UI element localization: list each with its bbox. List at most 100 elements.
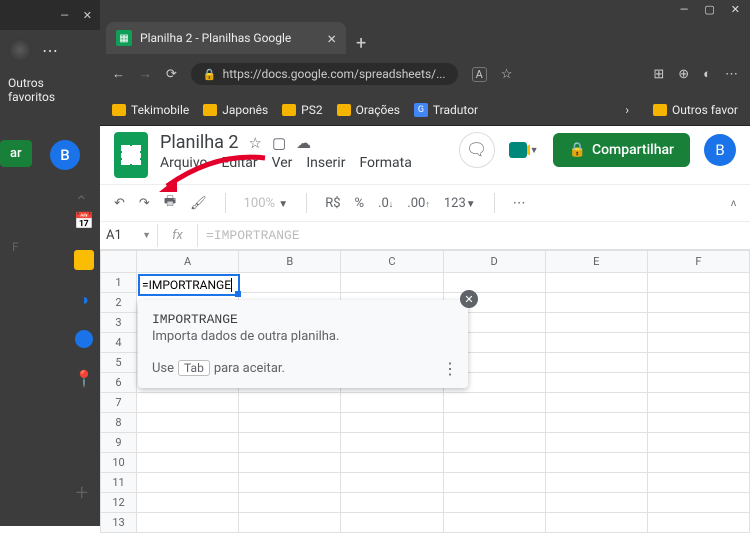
column-header[interactable]: C — [341, 251, 443, 273]
redo-icon[interactable]: ↷ — [139, 196, 150, 211]
url-text: https://docs.google.com/spreadsheets/... — [223, 67, 446, 81]
row-header[interactable]: 3 — [101, 313, 137, 333]
menu-file[interactable]: Arquivo — [160, 155, 208, 171]
address-bar: ← → ⟳ 🔒 https://docs.google.com/spreadsh… — [100, 54, 750, 94]
share-label: Compartilhar — [592, 142, 674, 158]
share-button[interactable]: 🔒 Compartilhar — [553, 133, 691, 167]
sheets-logo-icon[interactable] — [114, 132, 148, 178]
close-icon[interactable]: ✕ — [731, 3, 740, 16]
collections-icon[interactable]: ⊕ — [678, 67, 689, 82]
row-header[interactable]: 5 — [101, 353, 137, 373]
menu-bar: Arquivo Editar Ver Inserir Formata — [160, 155, 412, 171]
chevron-up-icon[interactable]: ⌃ — [75, 192, 88, 211]
bookmark-folder[interactable]: Outros favor — [653, 103, 738, 117]
keep-icon[interactable] — [74, 250, 94, 270]
bookmark-folder[interactable]: Tekimobile — [112, 103, 189, 117]
row-header[interactable]: 9 — [101, 433, 137, 453]
row-header[interactable]: 8 — [101, 413, 137, 433]
undo-icon[interactable]: ↶ — [114, 196, 125, 211]
formula-input[interactable]: =IMPORTRANGE — [198, 224, 308, 247]
account-badge[interactable]: B — [704, 134, 736, 166]
browser-menu-icon[interactable]: ⋯ — [725, 67, 738, 82]
zoom-select[interactable]: 100% ▼ — [244, 196, 289, 211]
meet-button[interactable]: ▼ — [509, 138, 539, 162]
url-field[interactable]: 🔒 https://docs.google.com/spreadsheets/.… — [191, 63, 458, 85]
percent-button[interactable]: % — [355, 196, 365, 211]
calendar-icon[interactable]: 📅 — [74, 210, 94, 230]
menu-edit[interactable]: Editar — [222, 155, 258, 171]
toolbar: ↶ ↷ 🖶 🖌 100% ▼ R$ % .0↓ .00↑ 123▼ ⋯ ʌ — [100, 184, 750, 222]
menu-insert[interactable]: Inserir — [306, 155, 345, 171]
profile-icon[interactable]: ◐ — [703, 66, 711, 82]
contacts-icon[interactable] — [75, 330, 93, 348]
row-header[interactable]: 6 — [101, 373, 137, 393]
column-header[interactable]: E — [545, 251, 647, 273]
star-icon[interactable]: ☆ — [249, 134, 262, 152]
tasks-icon[interactable]: ◑ — [74, 290, 94, 310]
comments-button[interactable]: 🗨 — [459, 132, 495, 168]
back-icon[interactable]: ← — [112, 66, 125, 82]
column-header[interactable]: F — [647, 251, 749, 273]
reload-icon[interactable]: ⟳ — [166, 67, 177, 82]
more-toolbar-icon[interactable]: ⋯ — [513, 196, 526, 211]
column-header[interactable]: D — [443, 251, 545, 273]
document-title[interactable]: Planilha 2 — [160, 132, 239, 153]
formula-tooltip: ✕ IMPORTRANGE Importa dados de outra pla… — [138, 300, 468, 388]
column-header[interactable]: B — [239, 251, 341, 273]
bookmarks-overflow-icon[interactable]: › — [625, 103, 629, 117]
row-header[interactable]: 12 — [101, 493, 137, 513]
menu-format[interactable]: Formata — [359, 155, 411, 171]
currency-button[interactable]: R$ — [325, 196, 340, 211]
bookmark-label: Tradutor — [433, 103, 478, 117]
row-header[interactable]: 13 — [101, 513, 137, 533]
cloud-icon[interactable]: ☁ — [296, 134, 311, 152]
maps-icon[interactable]: 📍 — [74, 368, 94, 388]
column-header[interactable]: A — [137, 251, 239, 273]
tab-close-icon[interactable]: × — [327, 29, 336, 48]
minimize-icon[interactable]: — — [60, 9, 69, 22]
bookmark-folder[interactable]: Japonês — [203, 103, 268, 117]
forward-icon[interactable]: → — [139, 66, 152, 82]
active-cell[interactable]: =IMPORTRANGE — [138, 274, 240, 296]
collapse-toolbar-icon[interactable]: ʌ — [731, 198, 736, 209]
reader-badge[interactable]: A — [472, 67, 487, 82]
name-box-dropdown-icon[interactable]: ▼ — [142, 230, 151, 241]
minimize-icon[interactable]: — — [680, 3, 689, 16]
select-all-corner[interactable] — [101, 251, 137, 273]
browser-tab[interactable]: ▦ Planilha 2 - Planilhas Google × — [106, 22, 346, 54]
row-header[interactable]: 1 — [101, 273, 137, 293]
row-header[interactable]: 11 — [101, 473, 137, 493]
tooltip-more-icon[interactable]: ⋮ — [442, 359, 458, 378]
tooltip-close-icon[interactable]: ✕ — [460, 290, 478, 308]
avatar-icon[interactable] — [8, 38, 32, 62]
extensions-icon[interactable]: ⊞ — [653, 67, 664, 82]
left-green-button[interactable]: ar — [0, 140, 32, 167]
bookmark-label: Japonês — [222, 103, 268, 117]
row-header[interactable]: 7 — [101, 393, 137, 413]
sheets-favicon-icon: ▦ — [116, 30, 132, 46]
decrease-decimal-button[interactable]: .0↓ — [378, 196, 393, 211]
paint-format-icon[interactable]: 🖌 — [190, 196, 207, 211]
row-header[interactable]: 10 — [101, 453, 137, 473]
print-icon[interactable]: 🖶 — [164, 192, 176, 214]
more-icon[interactable]: ⋯ — [42, 41, 59, 60]
new-tab-button[interactable]: + — [346, 33, 376, 54]
row-header[interactable]: 2 — [101, 293, 137, 313]
close-icon[interactable]: ✕ — [83, 9, 92, 22]
bookmark-folder[interactable]: Orações — [337, 103, 400, 117]
account-badge-left[interactable]: B — [50, 140, 80, 170]
favorite-star-icon[interactable]: ☆ — [501, 67, 513, 82]
bookmark-translator[interactable]: GTradutor — [414, 103, 478, 117]
bookmark-folder[interactable]: PS2 — [282, 103, 322, 117]
name-box[interactable]: A1 ▼ — [100, 224, 158, 247]
lock-icon: 🔒 — [569, 142, 586, 158]
row-header[interactable]: 4 — [101, 333, 137, 353]
menu-view[interactable]: Ver — [272, 155, 293, 171]
maximize-icon[interactable]: ▢ — [704, 3, 714, 16]
increase-decimal-button[interactable]: .00↑ — [407, 196, 430, 211]
fill-handle[interactable] — [235, 291, 241, 297]
add-app-icon[interactable]: + — [76, 481, 88, 506]
move-icon[interactable]: ▢ — [272, 134, 286, 152]
spreadsheet-grid[interactable]: A B C D E F 1 2 3 4 5 6 7 8 9 10 11 12 — [100, 250, 750, 533]
number-format-select[interactable]: 123▼ — [444, 196, 476, 211]
